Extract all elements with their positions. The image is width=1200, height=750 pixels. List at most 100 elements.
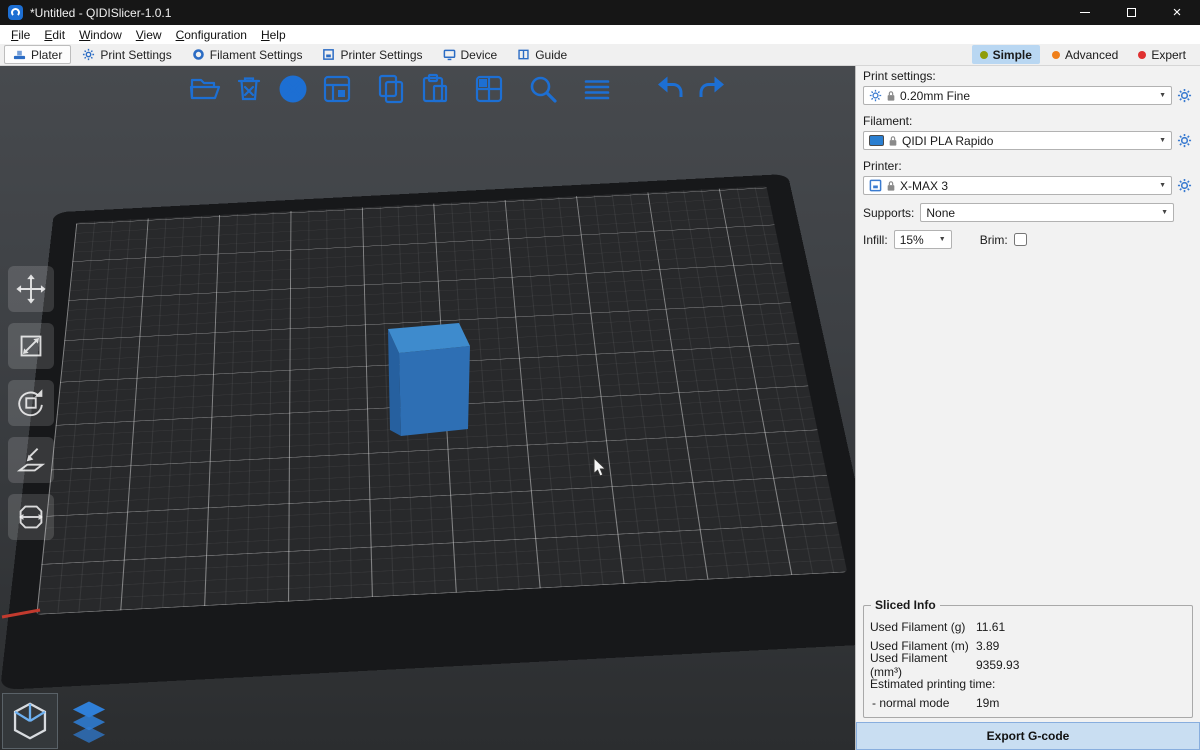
infill-combo[interactable]: 15% ▼ bbox=[894, 230, 952, 249]
menu-help[interactable]: Help bbox=[254, 27, 293, 43]
minimize-button[interactable] bbox=[1062, 0, 1108, 25]
place-on-face-tool-button[interactable] bbox=[8, 437, 54, 483]
printer-value: X-MAX 3 bbox=[900, 179, 948, 193]
supports-combo[interactable]: None ▼ bbox=[920, 203, 1174, 222]
move-tool-button[interactable] bbox=[8, 266, 54, 312]
undo-button[interactable] bbox=[650, 70, 688, 108]
mode-simple[interactable]: Simple bbox=[972, 45, 1040, 64]
delete-all-button[interactable] bbox=[274, 70, 312, 108]
open-folder-icon bbox=[187, 71, 223, 107]
scale-tool-button[interactable] bbox=[8, 323, 54, 369]
tab-print-settings[interactable]: Print Settings bbox=[73, 45, 180, 64]
tab-label: Plater bbox=[31, 48, 62, 62]
advanced-mode-dot-icon bbox=[1052, 51, 1060, 59]
menu-window[interactable]: Window bbox=[72, 27, 129, 43]
filament-spool-icon bbox=[192, 48, 205, 61]
maximize-button[interactable] bbox=[1108, 0, 1154, 25]
guide-book-icon bbox=[517, 48, 530, 61]
supports-value: None bbox=[926, 206, 955, 220]
menu-file[interactable]: File bbox=[4, 27, 37, 43]
tab-guide[interactable]: Guide bbox=[508, 45, 576, 64]
search-button[interactable] bbox=[524, 70, 562, 108]
sliced-info-row: Used Filament (mm³) 9359.93 bbox=[870, 655, 1186, 674]
print-settings-combo[interactable]: 0.20mm Fine ▼ bbox=[863, 86, 1172, 105]
paste-icon bbox=[417, 71, 453, 107]
print-settings-gear-button[interactable] bbox=[1176, 87, 1193, 104]
printer-gear-button[interactable] bbox=[1176, 177, 1193, 194]
export-gcode-button[interactable]: Export G-code bbox=[856, 722, 1200, 750]
mode-advanced[interactable]: Advanced bbox=[1044, 45, 1126, 64]
arrange-icon bbox=[319, 71, 355, 107]
menu-configuration[interactable]: Configuration bbox=[169, 27, 254, 43]
3d-viewport[interactable] bbox=[0, 66, 855, 750]
delete-button[interactable] bbox=[230, 70, 268, 108]
title-bar: *Untitled - QIDISlicer-1.0.1 × bbox=[0, 0, 1200, 25]
si-label: Estimated printing time: bbox=[870, 677, 995, 691]
editor-view-button[interactable] bbox=[2, 693, 58, 749]
printer-label: Printer: bbox=[863, 159, 1193, 173]
tab-label: Filament Settings bbox=[210, 48, 303, 62]
window-title: *Untitled - QIDISlicer-1.0.1 bbox=[30, 6, 171, 20]
mode-expert[interactable]: Expert bbox=[1130, 45, 1194, 64]
chevron-down-icon: ▼ bbox=[939, 236, 946, 243]
copy-button[interactable] bbox=[372, 70, 410, 108]
close-button[interactable]: × bbox=[1154, 0, 1200, 25]
expert-mode-dot-icon bbox=[1138, 51, 1146, 59]
variable-layer-height-button[interactable] bbox=[578, 70, 616, 108]
tab-label: Print Settings bbox=[100, 48, 171, 62]
mode-label: Simple bbox=[993, 48, 1032, 62]
viewport-toolbar bbox=[186, 70, 732, 108]
print-bed bbox=[0, 174, 855, 690]
copy-icon bbox=[373, 71, 409, 107]
si-value: 19m bbox=[976, 696, 999, 710]
open-file-button[interactable] bbox=[186, 70, 224, 108]
filament-value: QIDI PLA Rapido bbox=[902, 134, 993, 148]
tab-filament-settings[interactable]: Filament Settings bbox=[183, 45, 312, 64]
plater-icon bbox=[13, 48, 26, 61]
sliced-info-title: Sliced Info bbox=[871, 598, 940, 612]
printer-icon bbox=[322, 48, 335, 61]
move-icon bbox=[14, 272, 48, 306]
si-label: Used Filament (g) bbox=[870, 620, 976, 634]
tab-printer-settings[interactable]: Printer Settings bbox=[313, 45, 431, 64]
place-on-face-icon bbox=[14, 443, 48, 477]
menu-view[interactable]: View bbox=[129, 27, 169, 43]
sliced-info-box: Sliced Info Used Filament (g) 11.61 Used… bbox=[863, 605, 1193, 718]
layer-list-icon bbox=[579, 71, 615, 107]
lock-icon bbox=[888, 135, 898, 147]
chevron-down-icon: ▼ bbox=[1159, 137, 1166, 144]
filament-combo[interactable]: QIDI PLA Rapido ▼ bbox=[863, 131, 1172, 150]
infill-label: Infill: bbox=[863, 233, 888, 247]
printer-combo[interactable]: X-MAX 3 ▼ bbox=[863, 176, 1172, 195]
tab-label: Device bbox=[461, 48, 498, 62]
filament-gear-button[interactable] bbox=[1176, 132, 1193, 149]
rotate-icon bbox=[14, 386, 48, 420]
sliced-info-time-header: Estimated printing time: bbox=[870, 674, 1186, 693]
tab-device[interactable]: Device bbox=[434, 45, 507, 64]
menu-bar: File Edit Window View Configuration Help bbox=[0, 25, 1200, 44]
menu-edit[interactable]: Edit bbox=[37, 27, 72, 43]
print-settings-value: 0.20mm Fine bbox=[900, 89, 970, 103]
si-value: 9359.93 bbox=[976, 658, 1019, 672]
si-value: 11.61 bbox=[976, 620, 1005, 634]
bed-grid bbox=[36, 186, 847, 614]
split-objects-button[interactable] bbox=[470, 70, 508, 108]
cut-tool-button[interactable] bbox=[8, 494, 54, 540]
gear-icon bbox=[82, 48, 95, 61]
gear-icon bbox=[1177, 133, 1192, 148]
cut-icon bbox=[14, 500, 48, 534]
si-label: Used Filament (mm³) bbox=[870, 651, 976, 679]
tab-label: Printer Settings bbox=[340, 48, 422, 62]
redo-button[interactable] bbox=[694, 70, 732, 108]
app-window: *Untitled - QIDISlicer-1.0.1 × File Edit… bbox=[0, 0, 1200, 750]
si-label: - normal mode bbox=[870, 696, 976, 710]
paste-button[interactable] bbox=[416, 70, 454, 108]
arrange-button[interactable] bbox=[318, 70, 356, 108]
preview-layers-icon bbox=[66, 698, 112, 744]
tab-plater[interactable]: Plater bbox=[4, 45, 71, 64]
brim-checkbox[interactable] bbox=[1014, 233, 1027, 246]
rotate-tool-button[interactable] bbox=[8, 380, 54, 426]
preview-view-button[interactable] bbox=[61, 693, 117, 749]
gear-icon bbox=[869, 89, 882, 102]
delete-trash-icon bbox=[231, 71, 267, 107]
